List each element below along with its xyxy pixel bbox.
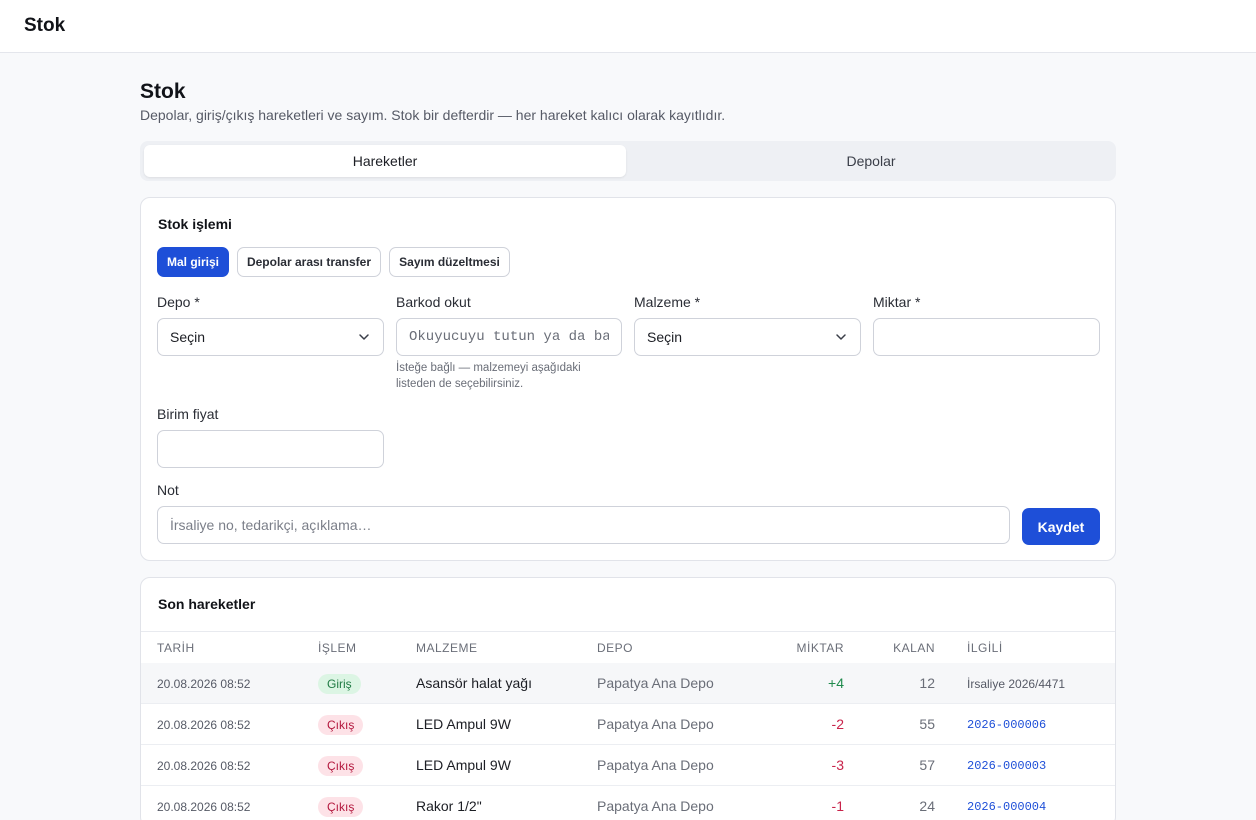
top-bar: Stok — [0, 0, 1256, 53]
row-date: 20.08.2026 08:52 — [157, 718, 251, 732]
chevron-down-icon — [359, 334, 369, 340]
column-header-depo: DEPO — [597, 641, 634, 655]
row-quantity: -2 — [831, 716, 844, 732]
row-date: 20.08.2026 08:52 — [157, 800, 251, 814]
card-title: Son hareketler — [158, 596, 256, 612]
stock-operation-card: Stok işlemi Mal girişi Depolar arası tra… — [140, 197, 1116, 561]
recent-movements-card: Son hareketler TARİH İŞLEM MALZEME DEPO … — [140, 577, 1116, 820]
not-input[interactable] — [170, 517, 997, 533]
row-remaining: 57 — [919, 757, 935, 773]
row-related: İrsaliye 2026/4471 — [967, 677, 1066, 691]
birim-fiyat-field[interactable] — [157, 430, 384, 468]
column-header-islem: İŞLEM — [318, 641, 357, 655]
barkod-label: Barkod okut — [396, 294, 471, 310]
table-row: 20.08.2026 08:52 Giriş Asansör halat yağ… — [141, 663, 1115, 704]
birim-fiyat-label: Birim fiyat — [157, 406, 219, 422]
row-depo: Papatya Ana Depo — [597, 757, 714, 773]
miktar-label: Miktar * — [873, 294, 921, 310]
row-item: LED Ampul 9W — [416, 757, 511, 773]
row-item: Asansör halat yağı — [416, 675, 532, 691]
column-header-tarih: TARİH — [157, 641, 195, 655]
malzeme-select-value: Seçin — [647, 329, 683, 345]
column-header-malzeme: MALZEME — [416, 641, 478, 655]
row-depo: Papatya Ana Depo — [597, 716, 714, 732]
table-row: 20.08.2026 08:52 Çıkış LED Ampul 9W Papa… — [141, 704, 1115, 745]
row-quantity: -1 — [831, 798, 844, 814]
column-header-ilgili: İLGİLİ — [967, 641, 1003, 655]
depo-select[interactable]: Seçin — [157, 318, 384, 356]
status-badge: Giriş — [318, 674, 361, 694]
miktar-field[interactable] — [873, 318, 1100, 356]
column-header-miktar: MİKTAR — [796, 641, 844, 655]
status-badge: Çıkış — [318, 797, 364, 817]
barkod-help-text: İsteğe bağlı — malzemeyi aşağıdaki liste… — [396, 362, 581, 390]
row-depo: Papatya Ana Depo — [597, 675, 714, 691]
tab-depolar[interactable]: Depolar — [630, 145, 1112, 177]
tab-hareketler[interactable]: Hareketler — [144, 145, 626, 177]
row-remaining: 55 — [919, 716, 935, 732]
row-remaining: 24 — [919, 798, 935, 814]
barkod-field[interactable] — [396, 318, 622, 356]
miktar-input[interactable] — [886, 329, 1087, 345]
status-badge: Çıkış — [318, 715, 364, 735]
type-mal-girisi-button[interactable]: Mal girişi — [157, 247, 229, 277]
row-remaining: 12 — [919, 675, 935, 691]
depo-label: Depo * — [157, 294, 200, 310]
card-title: Stok işlemi — [158, 216, 232, 232]
chevron-down-icon — [836, 334, 846, 340]
row-quantity: +4 — [828, 675, 844, 691]
malzeme-select[interactable]: Seçin — [634, 318, 861, 356]
page-subtitle: Depolar, giriş/çıkış hareketleri ve sayı… — [140, 107, 726, 123]
table-row: 20.08.2026 08:52 Çıkış Rakor 1/2" Papaty… — [141, 786, 1115, 820]
type-sayim-button[interactable]: Sayım düzeltmesi — [389, 247, 510, 277]
not-field[interactable] — [157, 506, 1010, 544]
not-label: Not — [157, 482, 179, 498]
status-badge: Çıkış — [318, 756, 364, 776]
row-quantity: -3 — [831, 757, 844, 773]
page-title: Stok — [140, 80, 186, 103]
type-transfer-button[interactable]: Depolar arası transfer — [237, 247, 381, 277]
related-link[interactable]: 2026-000006 — [967, 718, 1046, 732]
row-depo: Papatya Ana Depo — [597, 798, 714, 814]
depo-select-value: Seçin — [170, 329, 206, 345]
table-header: TARİH İŞLEM MALZEME DEPO MİKTAR KALAN İL… — [141, 631, 1115, 663]
app-title: Stok — [24, 15, 66, 36]
save-button[interactable]: Kaydet — [1022, 508, 1100, 545]
malzeme-label: Malzeme * — [634, 294, 701, 310]
related-link[interactable]: 2026-000004 — [967, 800, 1046, 814]
tab-bar: Hareketler Depolar — [140, 141, 1116, 181]
related-link[interactable]: 2026-000003 — [967, 759, 1046, 773]
row-date: 20.08.2026 08:52 — [157, 677, 251, 691]
barkod-input[interactable] — [409, 329, 609, 345]
table-row: 20.08.2026 08:52 Çıkış LED Ampul 9W Papa… — [141, 745, 1115, 786]
column-header-kalan: KALAN — [893, 641, 935, 655]
row-date: 20.08.2026 08:52 — [157, 759, 251, 773]
row-item: Rakor 1/2" — [416, 798, 482, 814]
birim-fiyat-input[interactable] — [170, 441, 371, 457]
row-item: LED Ampul 9W — [416, 716, 511, 732]
